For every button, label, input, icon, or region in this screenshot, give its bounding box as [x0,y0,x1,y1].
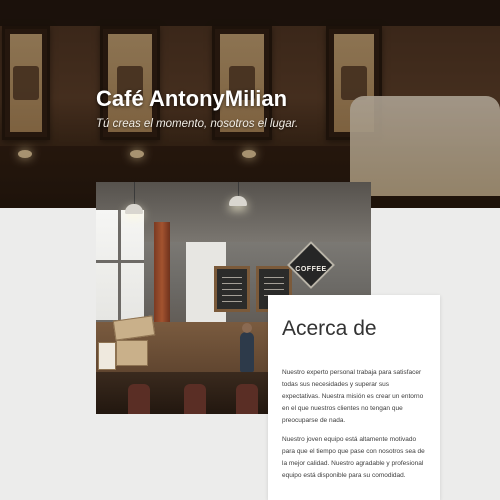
site-title-bold: Café [96,86,144,111]
photo-stool [184,384,206,414]
photo-barista [240,323,254,372]
photo-coffee-sign [286,240,336,290]
photo-stool [236,384,258,414]
pendant-lamp [229,196,247,206]
about-paragraph: Nuestro experto personal trabaja para sa… [282,369,424,424]
photo-box-gravity [116,340,148,366]
about-card: Acerca de Nuestro experto personal traba… [268,295,440,500]
photo-menu-board [214,266,250,312]
photo-coffee-sign-text: COFFEE [295,266,327,273]
about-paragraph: Nuestro joven equipo está altamente moti… [282,436,425,479]
site-title-rest: AntonyMilian [148,86,288,111]
hero-banner: Café AntonyMilian Tú creas el momento, n… [0,0,500,208]
site-tagline: Tú creas el momento, nosotros el lugar. [96,118,299,130]
about-title: Acerca de [282,317,377,340]
pendant-lamp [125,204,143,214]
photo-box [98,342,116,370]
site-title: Café AntonyMilian [96,86,287,112]
photo-stool [128,384,150,414]
